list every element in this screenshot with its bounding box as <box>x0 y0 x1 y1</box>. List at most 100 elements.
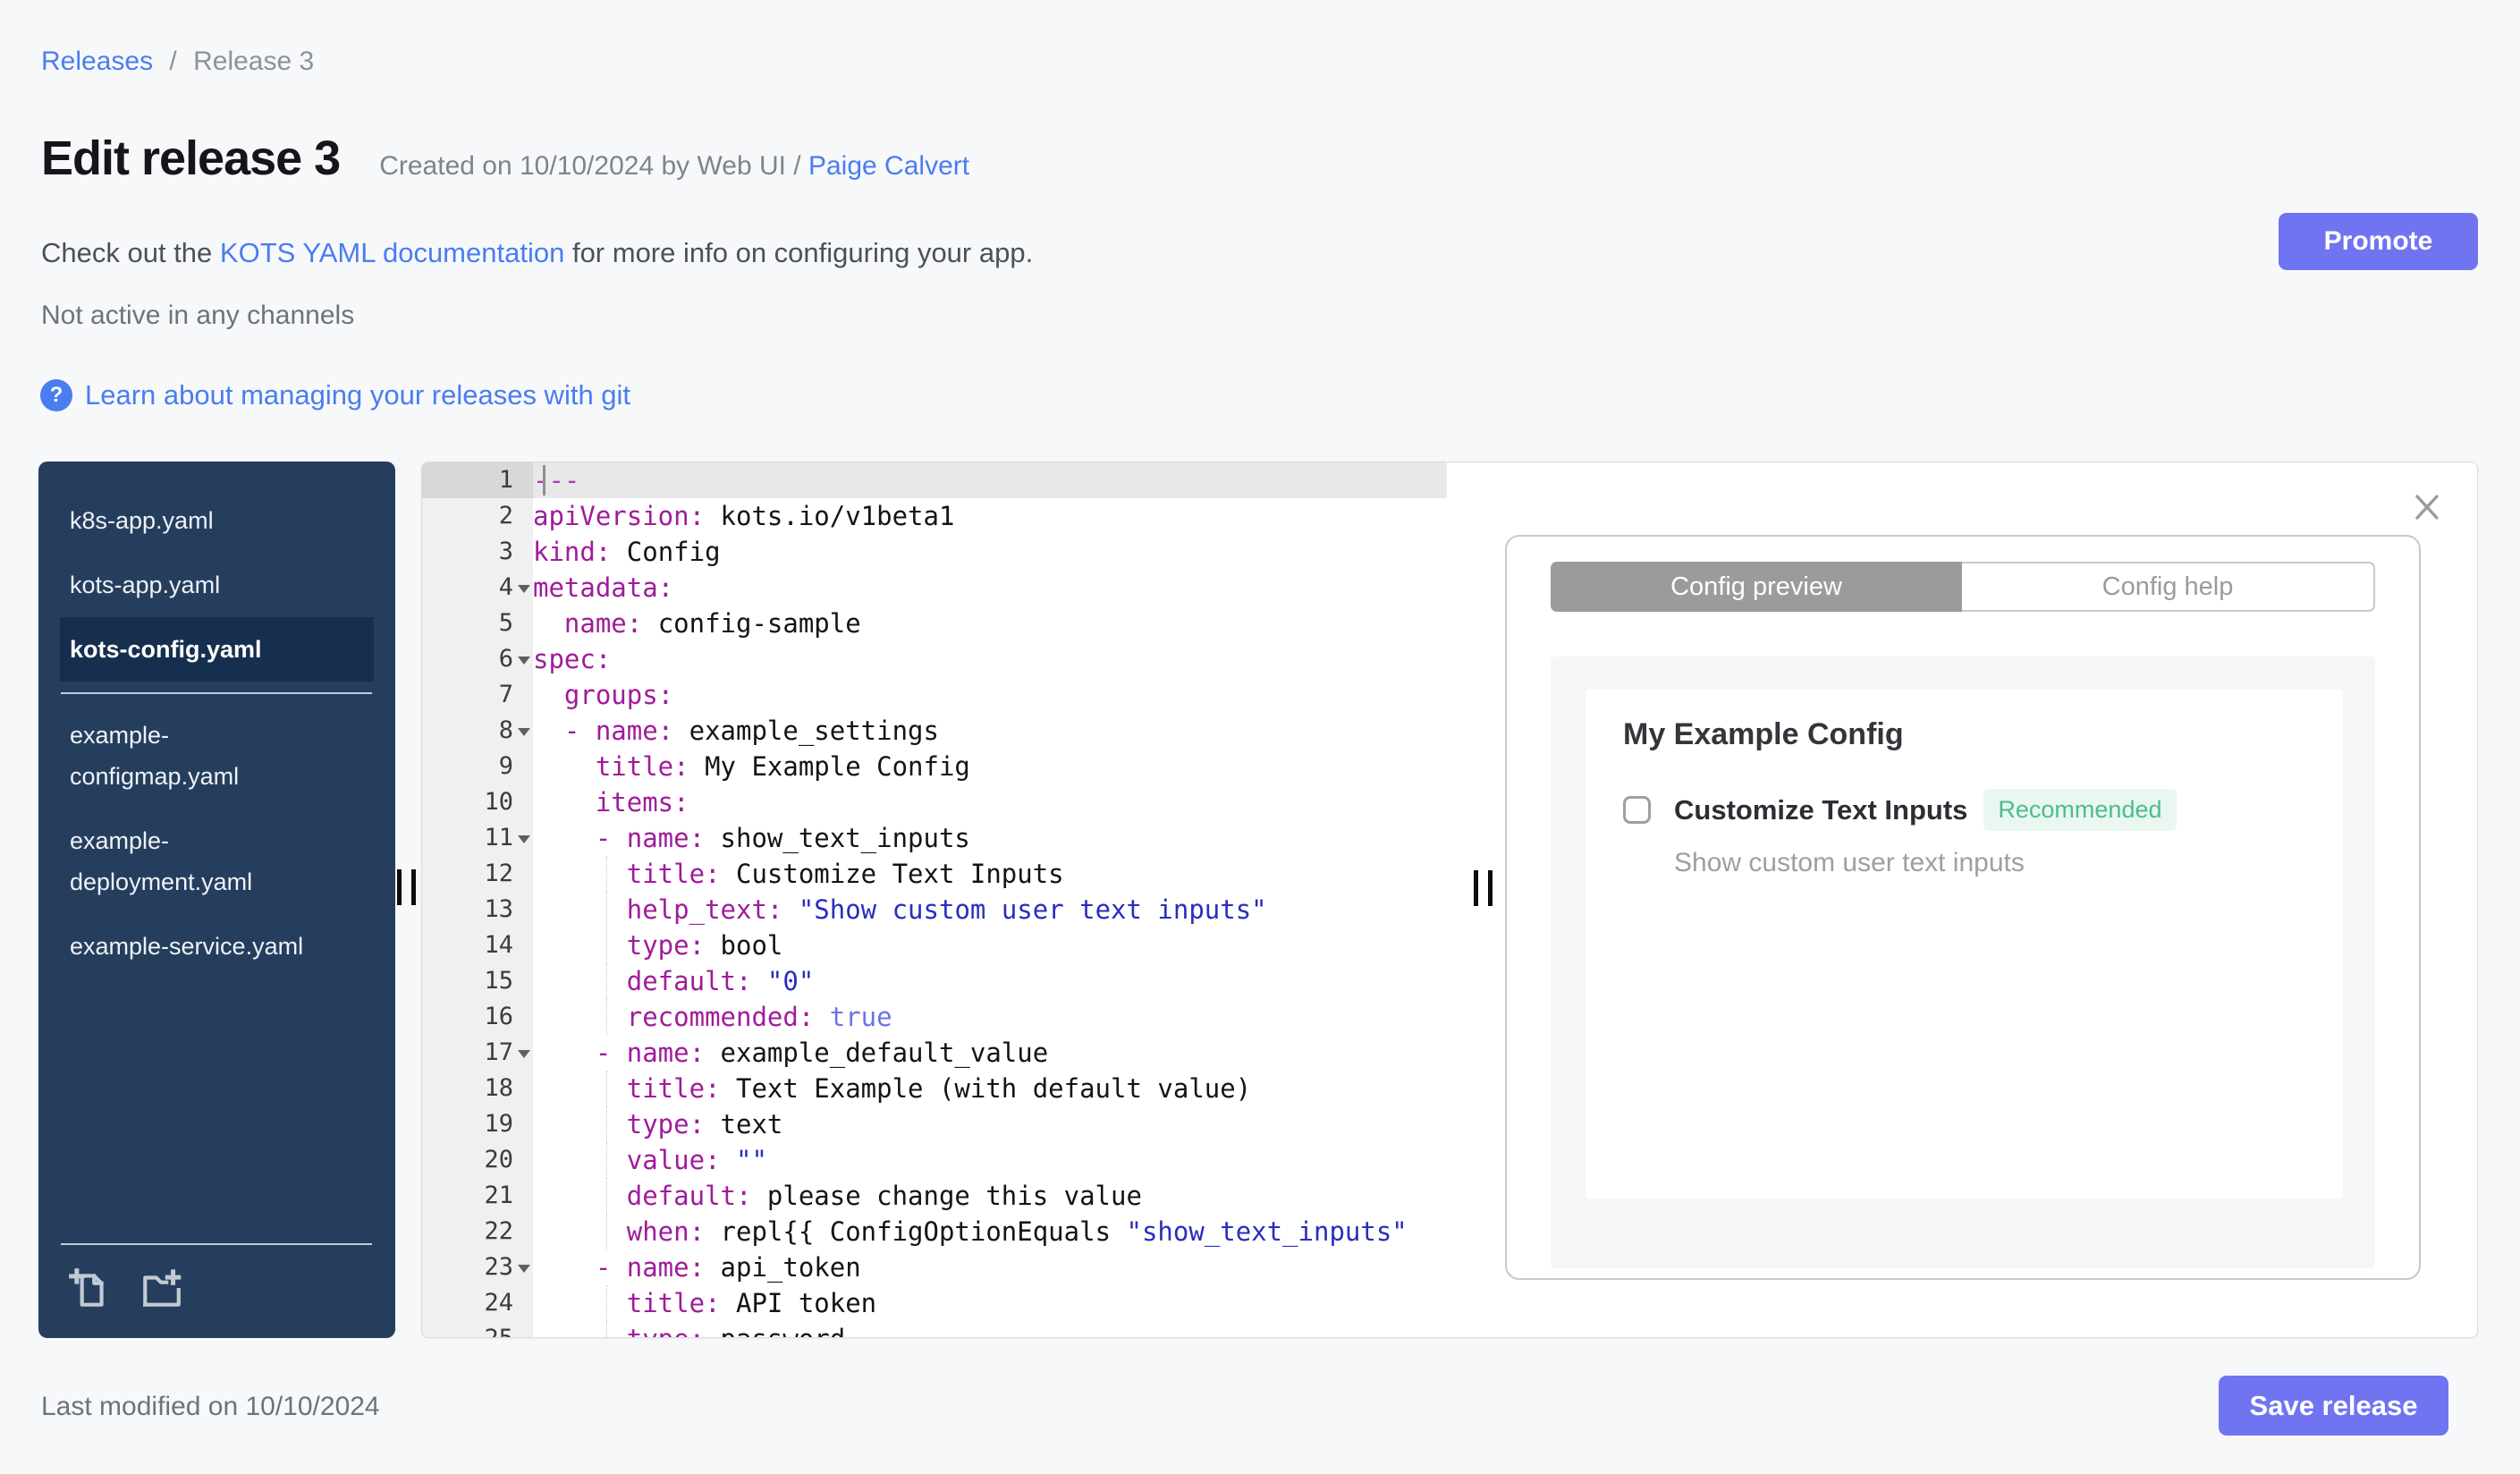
sidebar-resize-handle[interactable] <box>397 869 416 905</box>
gutter-line-2: 2 <box>498 502 513 529</box>
customize-text-inputs-checkbox[interactable] <box>1623 796 1651 824</box>
page-title: Edit release 3 <box>41 131 341 185</box>
tab-config-preview[interactable]: Config preview <box>1551 562 1962 612</box>
code-line-18: title: Text Example (with default value) <box>533 1071 1447 1106</box>
gutter-line-18: 18 <box>484 1074 513 1102</box>
gutter-line-3: 3 <box>498 538 513 565</box>
breadcrumb-releases-link[interactable]: Releases <box>41 47 153 76</box>
gutter-line-11: 11 <box>422 820 533 856</box>
gutter-line-8: 8 <box>422 713 533 749</box>
gutter-line-21: 21 <box>484 1182 513 1209</box>
breadcrumb: Releases / Release 3 <box>41 47 314 77</box>
code-line-6: spec: <box>533 644 612 674</box>
channel-status: Not active in any channels <box>41 301 355 330</box>
sidebar-item-kots-app.yaml[interactable]: kots-app.yaml <box>60 553 374 617</box>
gutter-line-20: 20 <box>484 1146 513 1173</box>
fold-caret-icon[interactable] <box>518 657 530 665</box>
code-line-5: name: config-sample <box>563 608 861 639</box>
docs-hint-prefix: Check out the <box>41 237 213 268</box>
save-release-button[interactable]: Save release <box>2219 1376 2448 1436</box>
kots-yaml-docs-link[interactable]: KOTS YAML documentation <box>220 237 564 268</box>
code-line-2: apiVersion: kots.io/v1beta1 <box>533 501 955 531</box>
code-line-13: help_text: "Show custom user text inputs… <box>533 892 1447 928</box>
sidebar-item-example-configmap.yaml[interactable]: example-configmap.yaml <box>60 703 374 809</box>
gutter-line-9: 9 <box>498 752 513 780</box>
code-line-16: recommended: true <box>533 999 1447 1035</box>
code-line-23: - name: api_token <box>595 1252 861 1283</box>
editor-gutter: 1234567891011121314151617181920212223242… <box>422 462 533 1337</box>
editor-resize-handle[interactable] <box>1474 870 1493 906</box>
code-line-22: when: repl{{ ConfigOptionEquals "show_te… <box>533 1214 1447 1250</box>
breadcrumb-separator: / <box>169 47 177 76</box>
git-releases-link[interactable]: Learn about managing your releases with … <box>85 379 630 411</box>
breadcrumb-current: Release 3 <box>193 47 315 76</box>
sidebar-item-k8s-app.yaml[interactable]: k8s-app.yaml <box>60 488 374 553</box>
config-preview-area: My Example Config Customize Text Inputs … <box>1551 657 2375 1268</box>
file-sidebar: k8s-app.yaml kots-app.yaml kots-config.yam… <box>38 462 395 1338</box>
code-line-25: type: password <box>533 1321 1447 1337</box>
gutter-line-10: 10 <box>484 788 513 816</box>
code-line-15: default: "0" <box>533 963 1447 999</box>
yaml-code-editor[interactable]: 1234567891011121314151617181920212223242… <box>422 462 1447 1337</box>
last-modified-text: Last modified on 10/10/2024 <box>41 1392 380 1421</box>
gutter-line-15: 15 <box>484 967 513 995</box>
add-file-icon[interactable] <box>67 1266 112 1311</box>
code-line-7: groups: <box>563 680 674 710</box>
close-icon[interactable] <box>2409 489 2445 525</box>
code-line-20: value: "" <box>533 1142 1447 1178</box>
fold-caret-icon[interactable] <box>518 1050 530 1058</box>
code-line-19: type: text <box>533 1106 1447 1142</box>
code-line-10: items: <box>595 787 689 817</box>
config-item-label: Customize Text Inputs <box>1674 793 1968 826</box>
gutter-line-25: 25 <box>422 1321 533 1337</box>
docs-hint-suffix: for more info on configuring your app. <box>571 237 1034 268</box>
gutter-line-7: 7 <box>498 681 513 708</box>
created-meta: Created on 10/10/2024 by Web UI / Paige … <box>379 151 969 182</box>
release-editor-panel: 1234567891011121314151617181920212223242… <box>421 462 2478 1338</box>
gutter-line-14: 14 <box>484 931 513 959</box>
gutter-line-5: 5 <box>498 609 513 637</box>
code-line-4: metadata: <box>533 572 674 603</box>
created-author-link[interactable]: Paige Calvert <box>808 151 969 181</box>
code-line-17: - name: example_default_value <box>595 1038 1049 1068</box>
sidebar-divider <box>61 692 372 694</box>
code-line-1: --- <box>533 462 1447 498</box>
gutter-line-19: 19 <box>484 1110 513 1138</box>
question-icon[interactable]: ? <box>40 379 72 411</box>
fold-caret-icon[interactable] <box>518 1265 530 1273</box>
sidebar-item-example-deployment.yaml[interactable]: example-deployment.yaml <box>60 809 374 914</box>
sidebar-item-example-service.yaml[interactable]: example-service.yaml <box>60 914 374 978</box>
gutter-line-13: 13 <box>484 895 513 923</box>
file-list-top: k8s-app.yaml kots-app.yaml kots-config.yam… <box>60 488 374 682</box>
gutter-line-16: 16 <box>484 1003 513 1030</box>
config-item-help-text: Show custom user text inputs <box>1674 848 2025 877</box>
sidebar-footer <box>38 1233 395 1338</box>
fold-caret-icon[interactable] <box>518 728 530 736</box>
gutter-line-24: 24 <box>484 1289 513 1317</box>
gutter-line-17: 17 <box>422 1035 533 1071</box>
config-item-row: Customize Text Inputs Recommended <box>1623 789 2177 831</box>
fold-caret-icon[interactable] <box>518 835 530 843</box>
git-help-row: ? Learn about managing your releases wit… <box>40 379 630 411</box>
add-folder-icon[interactable] <box>139 1266 183 1311</box>
fold-caret-icon[interactable] <box>518 585 530 593</box>
tab-config-help[interactable]: Config help <box>1962 562 2375 612</box>
code-line-14: type: bool <box>533 928 1447 963</box>
text-cursor <box>543 465 545 496</box>
code-line-9: title: My Example Config <box>595 751 970 782</box>
promote-button[interactable]: Promote <box>2279 213 2478 270</box>
gutter-line-6: 6 <box>422 641 533 677</box>
created-text: Created on 10/10/2024 by Web UI / <box>379 151 801 181</box>
editor-code-area: --- apiVersion: kots.io/v1beta1 kind: Conf… <box>533 462 1447 1337</box>
title-row: Edit release 3 Created on 10/10/2024 by … <box>41 131 969 186</box>
code-line-24: title: API token <box>533 1285 1447 1321</box>
sidebar-item-kots-config.yaml[interactable]: kots-config.yaml <box>60 617 374 682</box>
docs-hint: Check out the KOTS YAML documentation fo… <box>41 237 1033 269</box>
recommended-badge: Recommended <box>1983 789 2177 831</box>
config-group-title: My Example Config <box>1623 717 1904 751</box>
gutter-line-4: 4 <box>422 570 533 606</box>
preview-tabs: Config preview Config help <box>1551 562 2375 612</box>
code-line-12: title: Customize Text Inputs <box>533 856 1447 892</box>
code-line-8: - name: example_settings <box>563 716 939 746</box>
code-line-3: kind: Config <box>533 537 721 567</box>
